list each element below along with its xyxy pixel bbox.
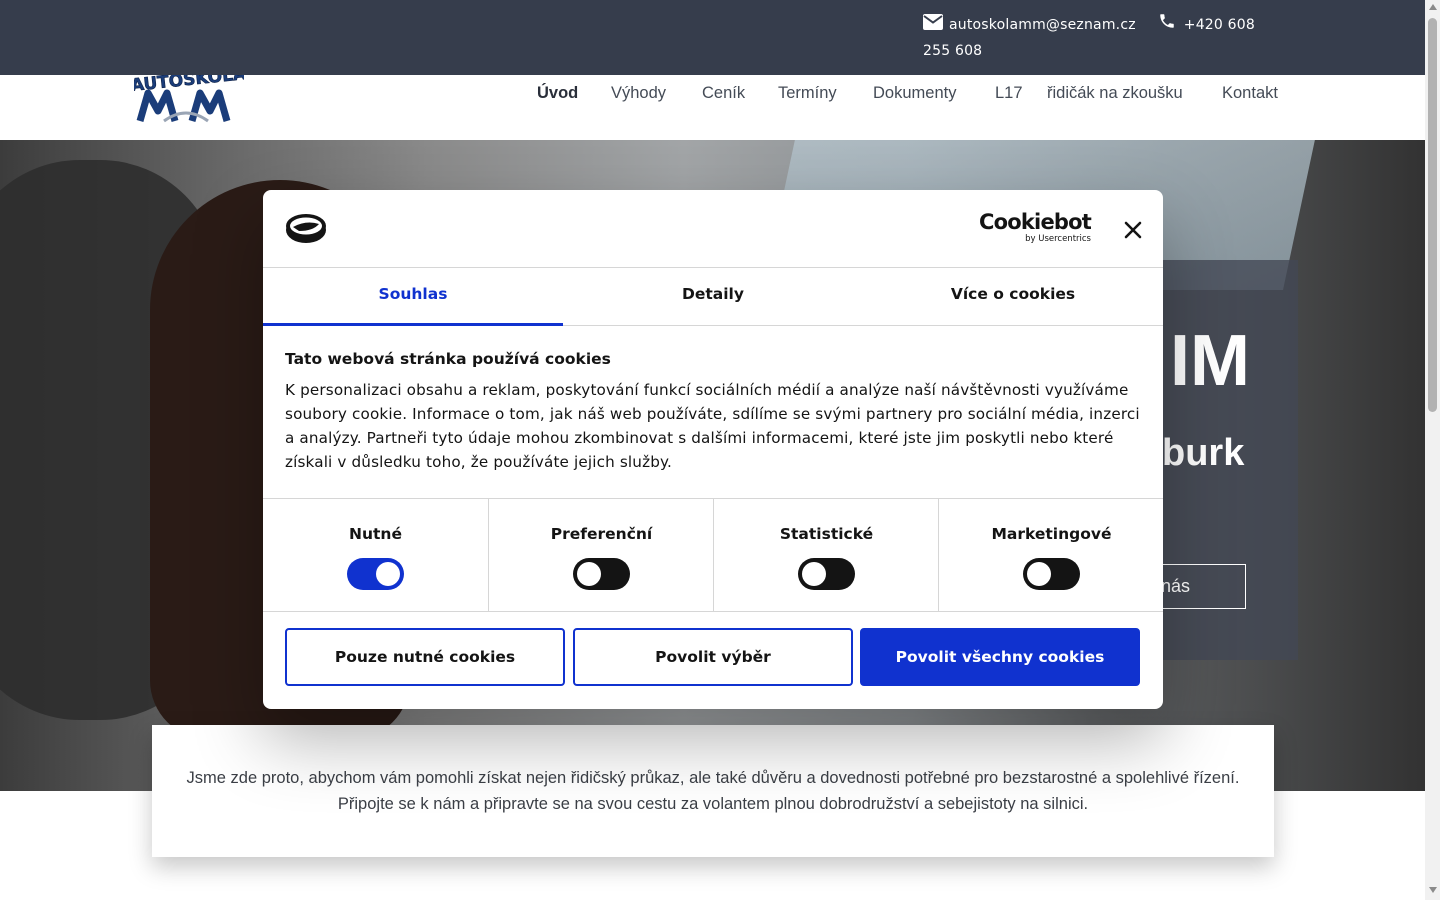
cookiebot-logo[interactable]: Cookiebot by Usercentrics — [979, 210, 1092, 244]
close-icon[interactable] — [1121, 218, 1145, 242]
hero-title: IM — [1170, 321, 1250, 401]
toggle-knob — [1027, 562, 1051, 586]
tab-vice-o-cookies[interactable]: Více o cookies — [863, 268, 1163, 326]
toggle-marketingove[interactable] — [1023, 558, 1080, 590]
toggle-statisticke[interactable] — [798, 558, 855, 590]
toggle-preferencni[interactable] — [573, 558, 630, 590]
main-navigation: Úvod Výhody Ceník Termíny Dokumenty L17 … — [0, 84, 1425, 106]
allow-selection-button[interactable]: Povolit výběr — [573, 628, 853, 686]
cookie-heading: Tato webová stránka používá cookies — [285, 350, 611, 368]
nav-item-dokumenty[interactable]: Dokumenty — [873, 84, 956, 103]
hero-subtitle: burk — [1162, 432, 1245, 474]
nav-item-uvod[interactable]: Úvod — [537, 84, 578, 103]
category-label: Preferenční — [550, 525, 653, 543]
email-link[interactable]: autoskolamm@seznam.cz — [949, 17, 1136, 33]
cookie-body-text: K personalizaci obsahu a reklam, poskyto… — [285, 381, 1140, 471]
tab-souhlas[interactable]: Souhlas — [263, 268, 563, 326]
cookie-dialog-header: Cookiebot by Usercentrics — [263, 190, 1163, 268]
cookie-consent-dialog: Cookiebot by Usercentrics Souhlas Detail… — [263, 190, 1163, 709]
toggle-knob — [577, 562, 601, 586]
cookie-categories: Nutné Preferenční Statistické Marketingo… — [263, 498, 1163, 612]
nav-item-kontakt[interactable]: Kontakt — [1222, 84, 1278, 103]
category-preferencni: Preferenční — [488, 499, 713, 612]
mail-icon — [923, 13, 943, 30]
nav-item-cenik[interactable]: Ceník — [702, 84, 745, 103]
cookie-tabs: Souhlas Detaily Více o cookies — [263, 268, 1163, 326]
cookiebot-wordmark: Cookiebot — [979, 210, 1092, 234]
nav-item-vyhody[interactable]: Výhody — [611, 84, 666, 103]
scrollbar-thumb[interactable] — [1428, 18, 1437, 412]
category-label: Statistické — [779, 525, 874, 543]
category-statisticke: Statistické — [713, 499, 938, 612]
cookiebot-mark-icon — [285, 212, 327, 244]
toggle-nutne[interactable] — [347, 558, 404, 590]
cookiebot-byline: by Usercentrics — [1025, 234, 1091, 244]
category-label: Nutné — [349, 525, 402, 543]
category-nutne: Nutné — [263, 499, 488, 612]
phone-icon — [1158, 12, 1178, 28]
contact-info: autoskolamm@seznam.cz +420 608 255 608 — [923, 12, 1268, 64]
allow-all-button[interactable]: Povolit všechny cookies — [860, 628, 1140, 686]
toggle-knob — [376, 562, 400, 586]
nav-item-l17[interactable]: L17 — [995, 84, 1023, 103]
category-marketingove: Marketingové — [938, 499, 1163, 612]
nav-item-terminy[interactable]: Termíny — [778, 84, 837, 103]
tab-detaily[interactable]: Detaily — [563, 268, 863, 326]
toggle-knob — [802, 562, 826, 586]
scroll-up-arrow-icon[interactable] — [1429, 4, 1437, 10]
scroll-down-arrow-icon[interactable] — [1429, 887, 1437, 893]
intro-card: Jsme zde proto, abychom vám pomohli získ… — [152, 725, 1274, 857]
page-scrollbar[interactable] — [1425, 0, 1440, 900]
intro-text: Jsme zde proto, abychom vám pomohli získ… — [186, 769, 1240, 813]
nav-item-ridicak-na-zkousku[interactable]: řidičák na zkoušku — [1047, 84, 1183, 103]
necessary-only-button[interactable]: Pouze nutné cookies — [285, 628, 565, 686]
top-contact-bar: autoskolamm@seznam.cz +420 608 255 608 — [0, 0, 1425, 75]
category-label: Marketingové — [991, 525, 1112, 543]
cookie-description: Tato webová stránka používá cookies K pe… — [285, 350, 1145, 474]
